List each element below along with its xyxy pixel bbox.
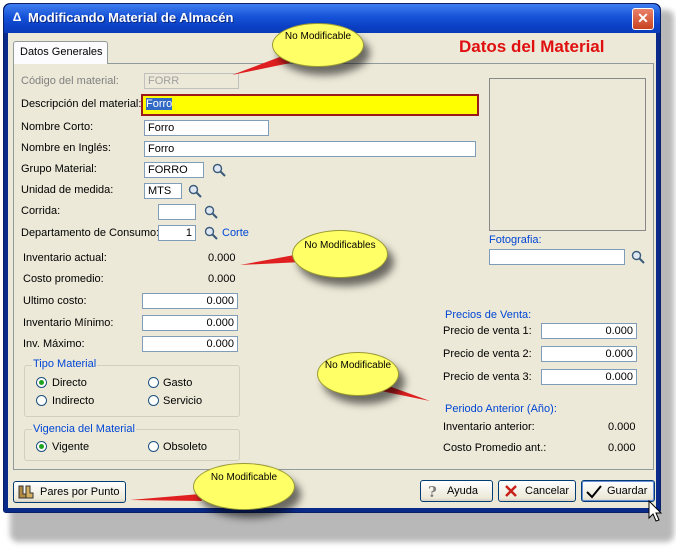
corrida-label: Corrida: — [21, 205, 61, 217]
periodo-anterior-title: Periodo Anterior (Año): — [445, 403, 557, 415]
inv-minimo-label: Inventario Mínimo: — [23, 317, 114, 329]
fotografia-field[interactable] — [489, 249, 625, 265]
callout-1-text: No Modificable — [284, 31, 352, 42]
unidad-search-icon[interactable] — [188, 184, 202, 198]
help-icon: ? — [428, 483, 437, 499]
app-icon: Δ — [12, 10, 22, 24]
guardar-label: Guardar — [607, 485, 648, 497]
departamento-label: Departamento de Consumo: — [21, 227, 160, 239]
radio-directo[interactable] — [36, 377, 47, 388]
vigencia-title: Vigencia del Material — [32, 423, 136, 435]
cancelar-button[interactable]: Cancelar — [498, 480, 576, 502]
radio-indirecto[interactable] — [36, 395, 47, 406]
inventario-actual-value: 0.000 — [208, 252, 236, 264]
costo-promedio-ant-label: Costo Promedio ant.: — [443, 442, 547, 454]
boots-icon — [18, 485, 34, 499]
ayuda-button[interactable]: ? Ayuda — [420, 480, 493, 502]
callout-no-modificables: No Modificables — [292, 230, 388, 278]
corrida-field[interactable] — [158, 204, 196, 220]
precio-2-field[interactable]: 0.000 — [541, 346, 637, 362]
precio-1-field[interactable]: 0.000 — [541, 323, 637, 339]
callout-3-text: No Modificable — [324, 360, 392, 371]
grupo-field[interactable]: FORRO — [144, 162, 204, 178]
radio-gasto[interactable] — [148, 377, 159, 388]
precio-2-label: Precio de venta 2: — [443, 348, 532, 360]
ultimo-costo-label: Ultimo costo: — [23, 295, 87, 307]
inventario-anterior-label: Inventario anterior: — [443, 421, 535, 433]
radio-gasto-label: Gasto — [163, 377, 193, 389]
callout-no-modificable-3: No Modificable — [193, 463, 295, 510]
departamento-field[interactable]: 1 — [158, 225, 196, 241]
departamento-search-icon[interactable] — [204, 226, 218, 240]
radio-vigente[interactable] — [36, 441, 47, 452]
inv-minimo-field[interactable]: 0.000 — [142, 315, 238, 331]
pares-por-punto-button[interactable]: Pares por Punto — [13, 481, 126, 503]
tab-datos-generales[interactable]: Datos Generales — [13, 41, 108, 64]
radio-servicio-label: Servicio — [163, 395, 203, 407]
radio-obsoleto[interactable] — [148, 441, 159, 452]
callout-4-text: No Modificable — [210, 472, 278, 483]
costo-promedio-ant-value: 0.000 — [608, 442, 636, 454]
descripcion-field[interactable]: Forro — [141, 94, 479, 116]
nombre-ingles-label: Nombre en Inglés: — [21, 142, 111, 154]
inv-maximo-field[interactable]: 0.000 — [142, 336, 238, 352]
callout-no-modificable-2: No Modificable — [317, 352, 399, 396]
tab-label: Datos Generales — [20, 46, 103, 58]
tipo-material-group — [24, 365, 240, 417]
nombre-corto-field[interactable]: Forro — [144, 120, 269, 136]
codigo-field: FORR — [144, 73, 239, 89]
photo-frame[interactable] — [489, 78, 646, 231]
unidad-label: Unidad de medida: — [21, 184, 114, 196]
fotografia-search-icon[interactable] — [631, 250, 645, 264]
pares-por-punto-label: Pares por Punto — [40, 486, 120, 498]
nombre-ingles-field[interactable]: Forro — [144, 141, 476, 157]
tipo-material-title: Tipo Material — [32, 358, 98, 370]
costo-promedio-value: 0.000 — [208, 273, 236, 285]
precio-1-label: Precio de venta 1: — [443, 325, 532, 337]
precio-3-label: Precio de venta 3: — [443, 371, 532, 383]
descripcion-value: Forro — [146, 98, 173, 110]
descripcion-label: Descripción del material: — [21, 98, 141, 110]
radio-indirecto-label: Indirecto — [52, 395, 95, 407]
guardar-button[interactable]: Guardar — [581, 480, 655, 502]
unidad-field[interactable]: MTS — [144, 183, 182, 199]
grupo-search-icon[interactable] — [212, 163, 226, 177]
callout-2-text: No Modificables — [304, 240, 376, 251]
radio-vigente-label: Vigente — [52, 441, 90, 453]
departamento-link[interactable]: Corte — [222, 227, 249, 239]
nombre-corto-label: Nombre Corto: — [21, 121, 94, 133]
inventario-anterior-value: 0.000 — [608, 421, 636, 433]
precios-title: Precios de Venta: — [445, 309, 532, 321]
costo-promedio-label: Costo promedio: — [23, 273, 104, 285]
radio-servicio[interactable] — [148, 395, 159, 406]
check-icon — [586, 485, 602, 499]
callout-no-modificable-1: No Modificable — [272, 23, 364, 67]
precio-3-field[interactable]: 0.000 — [541, 369, 637, 385]
cancel-x-icon — [505, 485, 517, 497]
ultimo-costo-field[interactable]: 0.000 — [142, 293, 238, 309]
corrida-search-icon[interactable] — [204, 205, 218, 219]
mouse-cursor-icon — [648, 500, 663, 522]
ayuda-label: Ayuda — [447, 485, 478, 497]
radio-obsoleto-label: Obsoleto — [163, 441, 208, 453]
codigo-label: Código del material: — [21, 75, 119, 87]
cancelar-label: Cancelar — [525, 485, 570, 497]
window-title: Modificando Material de Almacén — [28, 10, 234, 25]
close-button[interactable]: ✕ — [632, 8, 654, 30]
svg-text:?: ? — [428, 483, 437, 499]
grupo-label: Grupo Material: — [21, 163, 97, 175]
inv-maximo-label: Inv. Máximo: — [23, 338, 85, 350]
section-heading: Datos del Material — [459, 37, 605, 56]
radio-directo-label: Directo — [52, 377, 87, 389]
inventario-actual-label: Inventario actual: — [23, 252, 107, 264]
fotografia-label: Fotografia: — [489, 234, 542, 246]
